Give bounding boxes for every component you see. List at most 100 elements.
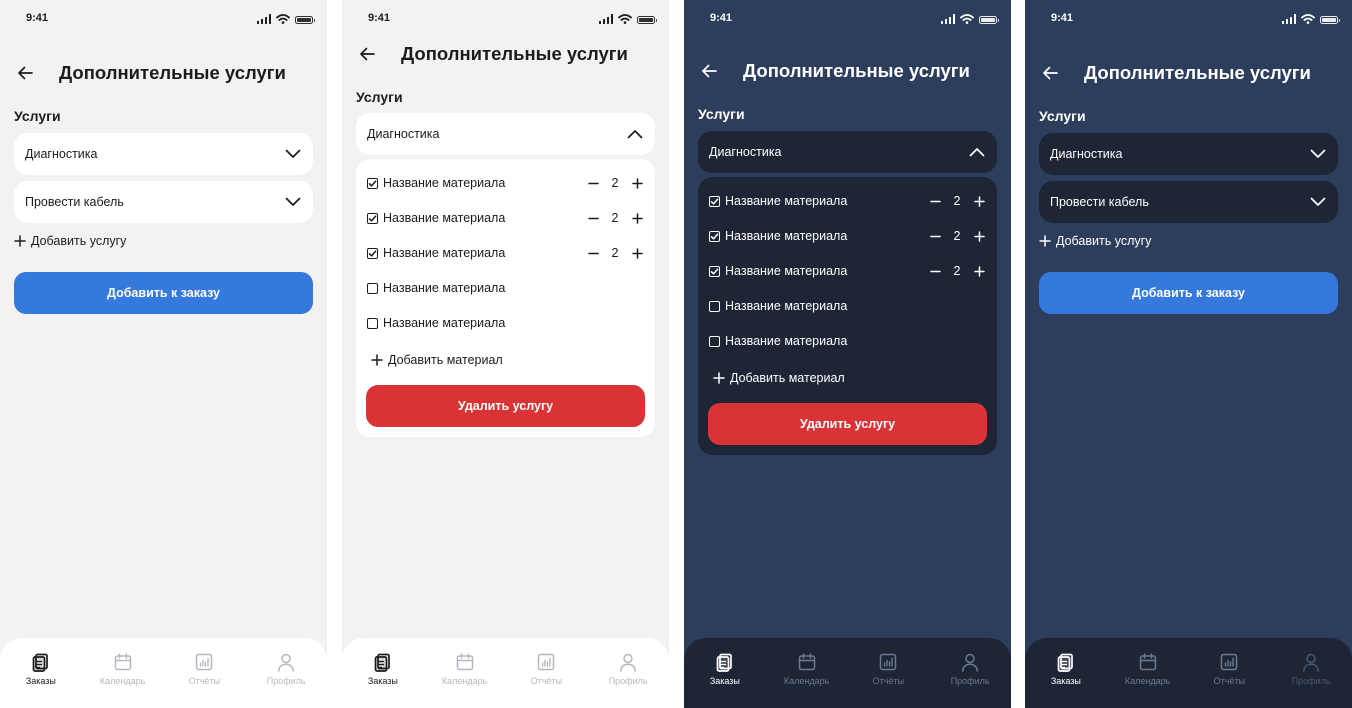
material-checkbox[interactable] — [367, 212, 378, 224]
tab-reports[interactable]: Отчёты — [164, 638, 246, 708]
back-arrow-icon[interactable] — [356, 43, 378, 65]
minus-icon[interactable] — [928, 229, 942, 243]
tab-profile[interactable]: Профиль — [587, 638, 669, 708]
add-service-button[interactable]: Добавить услугу — [1039, 234, 1151, 248]
minus-icon[interactable] — [586, 246, 600, 260]
calendar-icon — [797, 652, 817, 672]
cellular-signal-icon — [598, 14, 613, 24]
material-checkbox[interactable] — [367, 247, 378, 259]
material-checkbox[interactable] — [367, 282, 378, 294]
add-material-label: Добавить материал — [730, 371, 845, 385]
status-bar: 9:41 — [684, 0, 1011, 38]
material-row: Название материала 2 — [709, 226, 986, 246]
tab-label: Отчёты — [872, 676, 905, 686]
orders-icon — [1056, 652, 1076, 672]
tab-label: Профиль — [1291, 676, 1331, 686]
tab-orders[interactable]: Заказы — [0, 638, 82, 708]
plus-icon[interactable] — [972, 229, 986, 243]
minus-icon[interactable] — [928, 194, 942, 208]
back-arrow-icon[interactable] — [1039, 62, 1061, 84]
tab-label: Отчёты — [1213, 676, 1246, 686]
plus-icon — [14, 235, 26, 247]
tab-calendar[interactable]: Календарь — [1107, 638, 1189, 708]
material-row: Название материала 2 — [367, 208, 644, 228]
add-service-label: Добавить услугу — [31, 234, 127, 248]
tab-orders[interactable]: Заказы — [342, 638, 424, 708]
material-name: Название материала — [725, 264, 848, 278]
material-checkbox[interactable] — [709, 195, 720, 207]
tab-profile[interactable]: Профиль — [245, 638, 327, 708]
page-title: Дополнительные услуги — [1084, 62, 1311, 83]
delete-service-button[interactable]: Удалить услугу — [708, 403, 987, 445]
chevron-down-icon — [285, 194, 301, 210]
tab-label: Календарь — [783, 676, 830, 686]
orders-icon — [373, 652, 393, 672]
materials-panel: Название материала 2 Название материала … — [698, 177, 997, 455]
service-dropdown-diagnostics[interactable]: Диагностика — [356, 113, 655, 155]
material-checkbox[interactable] — [709, 300, 720, 312]
status-time: 9:41 — [368, 12, 391, 24]
minus-icon[interactable] — [928, 264, 942, 278]
plus-icon[interactable] — [972, 264, 986, 278]
material-checkbox[interactable] — [709, 230, 720, 242]
service-dropdown-diagnostics[interactable]: Диагностика — [1039, 133, 1338, 175]
battery-icon — [1320, 16, 1340, 24]
delete-service-button[interactable]: Удалить услугу — [366, 385, 645, 427]
tab-calendar[interactable]: Календарь — [424, 638, 506, 708]
tab-profile[interactable]: Профиль — [929, 638, 1011, 708]
tab-reports[interactable]: Отчёты — [848, 638, 930, 708]
tab-reports[interactable]: Отчёты — [506, 638, 588, 708]
service-name: Провести кабель — [1050, 195, 1149, 209]
tab-calendar[interactable]: Календарь — [82, 638, 164, 708]
tab-bar: Заказы Календарь Отчёты Профиль — [0, 638, 327, 708]
material-name: Название материала — [725, 194, 848, 208]
quantity-value: 2 — [953, 229, 961, 243]
plus-icon[interactable] — [630, 211, 644, 225]
tab-orders[interactable]: Заказы — [1025, 638, 1107, 708]
battery-icon — [637, 16, 657, 24]
service-dropdown-cable[interactable]: Провести кабель — [14, 181, 313, 223]
checkmark-icon — [368, 249, 377, 257]
add-service-button[interactable]: Добавить услугу — [14, 234, 126, 248]
profile-icon — [960, 652, 980, 672]
material-name: Название материала — [383, 246, 506, 260]
chevron-down-icon — [285, 146, 301, 162]
material-checkbox[interactable] — [367, 317, 378, 329]
minus-icon[interactable] — [586, 211, 600, 225]
tab-orders[interactable]: Заказы — [684, 638, 766, 708]
add-to-order-button[interactable]: Добавить к заказу — [1039, 272, 1338, 314]
service-dropdown-diagnostics[interactable]: Диагностика — [698, 131, 997, 173]
tab-label: Заказы — [1050, 676, 1081, 686]
tab-label: Календарь — [1124, 676, 1171, 686]
material-checkbox[interactable] — [709, 335, 720, 347]
back-arrow-icon[interactable] — [14, 62, 36, 84]
back-arrow-icon[interactable] — [698, 60, 720, 82]
quantity-value: 2 — [611, 246, 619, 260]
material-checkbox[interactable] — [367, 177, 378, 189]
material-checkbox[interactable] — [709, 265, 720, 277]
plus-icon[interactable] — [972, 194, 986, 208]
chevron-up-icon — [969, 144, 985, 160]
quantity-stepper: 2 — [928, 194, 986, 208]
tab-profile[interactable]: Профиль — [1270, 638, 1352, 708]
cellular-signal-icon — [256, 14, 271, 24]
plus-icon[interactable] — [630, 246, 644, 260]
material-name: Название материала — [383, 316, 506, 330]
minus-icon[interactable] — [586, 176, 600, 190]
tab-calendar[interactable]: Календарь — [766, 638, 848, 708]
tab-reports[interactable]: Отчёты — [1189, 638, 1271, 708]
service-dropdown-diagnostics[interactable]: Диагностика — [14, 133, 313, 175]
add-material-button[interactable]: Добавить материал — [713, 371, 845, 385]
add-material-button[interactable]: Добавить материал — [371, 353, 503, 367]
material-row: Название материала 2 — [709, 261, 986, 281]
calendar-icon — [1138, 652, 1158, 672]
header: Дополнительные услуги — [1025, 58, 1352, 88]
services-label: Услуги — [356, 89, 403, 105]
service-name: Диагностика — [367, 127, 440, 141]
plus-icon[interactable] — [630, 176, 644, 190]
add-to-order-button[interactable]: Добавить к заказу — [14, 272, 313, 314]
calendar-icon — [455, 652, 475, 672]
quantity-value: 2 — [611, 176, 619, 190]
service-dropdown-cable[interactable]: Провести кабель — [1039, 181, 1338, 223]
materials-panel: Название материала 2 Название материала … — [356, 159, 655, 437]
